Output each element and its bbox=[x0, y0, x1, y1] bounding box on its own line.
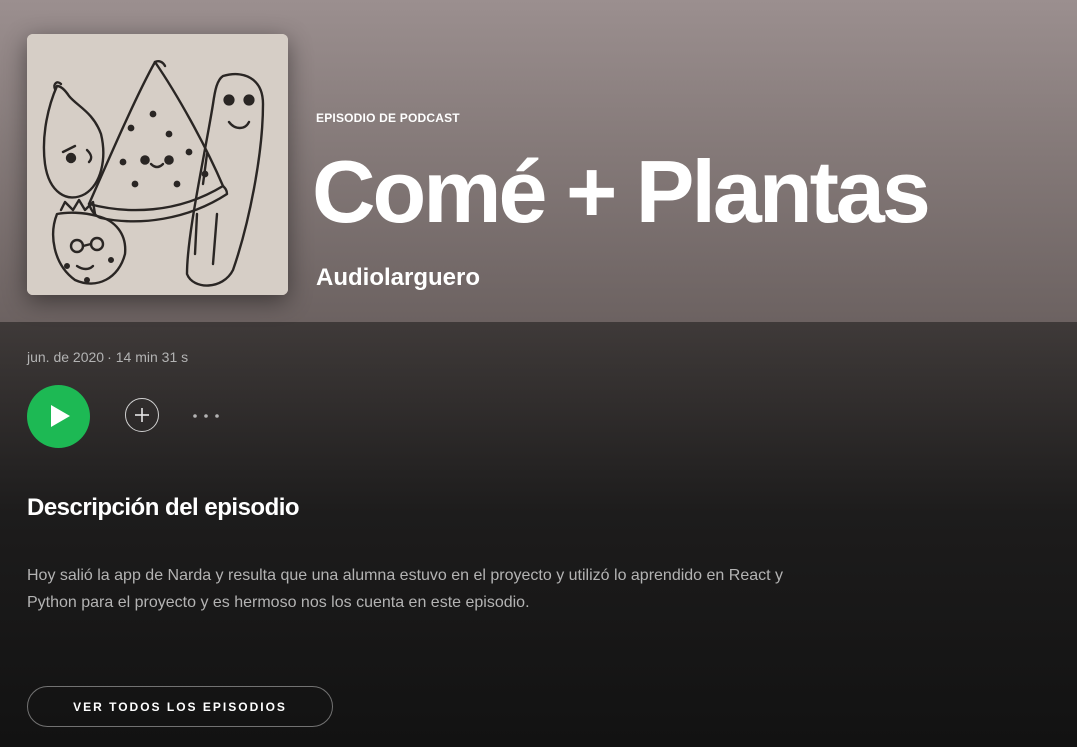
episode-title: Comé + Plantas bbox=[312, 142, 931, 241]
episode-duration: 14 min 31 s bbox=[115, 349, 189, 365]
play-icon bbox=[51, 405, 70, 427]
episode-meta: jun. de 2020 · 14 min 31 s bbox=[27, 349, 188, 365]
episode-type-label: EPISODIO DE PODCAST bbox=[316, 111, 460, 125]
episode-cover-image bbox=[27, 34, 288, 295]
show-name-link[interactable]: Audiolarguero bbox=[316, 264, 480, 292]
add-to-library-button[interactable] bbox=[125, 398, 159, 432]
episode-date: jun. de 2020 bbox=[27, 349, 105, 365]
play-button[interactable] bbox=[27, 385, 90, 448]
see-all-episodes-button[interactable]: VER TODOS LOS EPISODIOS bbox=[27, 686, 333, 727]
content-background bbox=[0, 322, 1077, 747]
episode-description: Hoy salió la app de Narda y resulta que … bbox=[27, 567, 784, 611]
plus-icon bbox=[135, 408, 149, 422]
ellipsis-icon bbox=[193, 414, 219, 418]
more-options-button[interactable] bbox=[187, 400, 227, 430]
meta-separator: · bbox=[107, 349, 112, 365]
description-heading: Descripción del episodio bbox=[27, 494, 300, 521]
